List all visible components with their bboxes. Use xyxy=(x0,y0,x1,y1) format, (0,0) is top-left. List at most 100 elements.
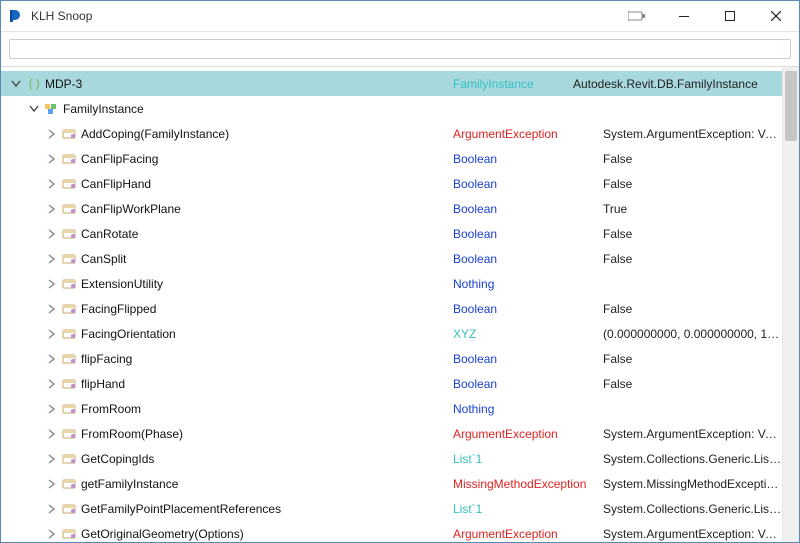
expand-icon[interactable] xyxy=(45,277,59,291)
property-icon xyxy=(61,276,77,292)
property-name: CanFlipHand xyxy=(81,177,151,191)
property-row[interactable]: getFamilyInstance MissingMethodException S… xyxy=(1,471,782,496)
title-bar: KLH Snoop xyxy=(1,1,799,32)
property-row[interactable]: CanSplitBooleanFalse xyxy=(1,246,782,271)
svg-text:(): () xyxy=(27,77,41,91)
close-button[interactable] xyxy=(753,1,799,31)
property-row[interactable]: CanFlipWorkPlaneBooleanTrue xyxy=(1,196,782,221)
property-value: True xyxy=(603,202,627,216)
expand-icon[interactable] xyxy=(45,402,59,416)
property-icon xyxy=(61,326,77,342)
expand-icon[interactable] xyxy=(45,527,59,541)
property-row[interactable]: flipFacingBooleanFalse xyxy=(1,346,782,371)
property-type: Nothing xyxy=(453,402,494,416)
property-type: MissingMethodException xyxy=(453,477,586,491)
property-icon xyxy=(61,351,77,367)
window-title: KLH Snoop xyxy=(31,9,92,23)
property-value: System.MissingMethodException: Method 'A… xyxy=(603,477,782,491)
property-icon xyxy=(61,376,77,392)
minimize-button[interactable] xyxy=(661,1,707,31)
property-value: False xyxy=(603,152,632,166)
property-icon xyxy=(61,201,77,217)
property-value: False xyxy=(603,302,632,316)
property-row[interactable]: CanFlipHandBooleanFalse xyxy=(1,171,782,196)
expand-icon[interactable] xyxy=(45,152,59,166)
property-type: ArgumentException xyxy=(453,427,558,441)
app-window: KLH Snoop () xyxy=(0,0,800,543)
property-name: AddCoping(FamilyInstance) xyxy=(81,127,229,141)
root-full-type: Autodesk.Revit.DB.FamilyInstance xyxy=(573,77,758,91)
property-row[interactable]: ExtensionUtilityNothing xyxy=(1,271,782,296)
content-area: () MDP-3 FamilyInstance Autodesk.Revit.D… xyxy=(1,67,799,542)
expand-icon[interactable] xyxy=(45,252,59,266)
property-type: Boolean xyxy=(453,352,497,366)
property-row[interactable]: CanRotateBooleanFalse xyxy=(1,221,782,246)
property-row[interactable]: GetFamilyPointPlacementReferences List`1 S… xyxy=(1,496,782,521)
property-name: CanSplit xyxy=(81,252,126,266)
root-type: FamilyInstance xyxy=(453,77,534,91)
tree-group-row[interactable]: FamilyInstance xyxy=(1,96,782,121)
property-row[interactable]: flipHandBooleanFalse xyxy=(1,371,782,396)
class-icon xyxy=(43,101,59,117)
expand-icon[interactable] xyxy=(45,502,59,516)
property-icon xyxy=(61,501,77,517)
expand-icon[interactable] xyxy=(45,452,59,466)
vertical-scrollbar[interactable] xyxy=(782,67,799,542)
property-value: False xyxy=(603,377,632,391)
tree-root-row[interactable]: () MDP-3 FamilyInstance Autodesk.Revit.D… xyxy=(1,71,782,96)
property-icon xyxy=(61,526,77,542)
property-type: List`1 xyxy=(453,502,482,516)
expand-icon[interactable] xyxy=(45,302,59,316)
property-name: GetFamilyPointPlacementReferences xyxy=(81,502,281,516)
property-type: List`1 xyxy=(453,452,482,466)
expand-icon[interactable] xyxy=(45,327,59,341)
root-name: MDP-3 xyxy=(45,77,82,91)
property-value: System.ArgumentException: Value does not… xyxy=(603,427,782,441)
property-row[interactable]: FacingOrientationXYZ(0.000000000, 0.0000… xyxy=(1,321,782,346)
expand-icon[interactable] xyxy=(45,477,59,491)
property-value: (0.000000000, 0.000000000, 1.000000000) xyxy=(603,327,782,341)
property-icon xyxy=(61,251,77,267)
property-row[interactable]: FromRoom(Phase)ArgumentExceptionSystem.A… xyxy=(1,421,782,446)
property-name: CanFlipWorkPlane xyxy=(81,202,181,216)
property-type: Boolean xyxy=(453,152,497,166)
property-row[interactable]: FacingFlipped Boolean False xyxy=(1,296,782,321)
property-icon xyxy=(61,426,77,442)
property-type: ArgumentException xyxy=(453,527,558,541)
property-icon xyxy=(61,151,77,167)
expand-icon[interactable] xyxy=(45,202,59,216)
group-name: FamilyInstance xyxy=(63,102,144,116)
property-tree[interactable]: () MDP-3 FamilyInstance Autodesk.Revit.D… xyxy=(1,67,782,542)
expand-icon[interactable] xyxy=(45,352,59,366)
property-name: GetOriginalGeometry(Options) xyxy=(81,527,244,541)
property-type: ArgumentException xyxy=(453,127,558,141)
property-row[interactable]: AddCoping(FamilyInstance) ArgumentExcepti… xyxy=(1,121,782,146)
property-icon xyxy=(61,126,77,142)
property-type: Nothing xyxy=(453,277,494,291)
property-value: System.ArgumentException: Value does not… xyxy=(603,527,782,541)
rows-host: AddCoping(FamilyInstance) ArgumentExcepti… xyxy=(1,121,782,542)
overflow-icon[interactable] xyxy=(623,1,651,31)
property-name: GetCopingIds xyxy=(81,452,154,466)
expand-icon[interactable] xyxy=(45,377,59,391)
property-value: System.Collections.Generic.List`1[Autode… xyxy=(603,502,782,516)
maximize-button[interactable] xyxy=(707,1,753,31)
property-row[interactable]: FromRoomNothing xyxy=(1,396,782,421)
collapse-icon[interactable] xyxy=(9,77,23,91)
property-row[interactable]: GetOriginalGeometry(Options) ArgumentExce… xyxy=(1,521,782,542)
expand-icon[interactable] xyxy=(45,177,59,191)
search-input[interactable] xyxy=(9,39,791,59)
property-type: Boolean xyxy=(453,302,497,316)
property-row[interactable]: GetCopingIdsList`1System.Collections.Gen… xyxy=(1,446,782,471)
property-row[interactable]: CanFlipFacingBooleanFalse xyxy=(1,146,782,171)
property-value: False xyxy=(603,352,632,366)
property-name: getFamilyInstance xyxy=(81,477,178,491)
expand-icon[interactable] xyxy=(45,127,59,141)
collapse-icon[interactable] xyxy=(27,102,41,116)
property-name: FacingFlipped xyxy=(81,302,156,316)
expand-icon[interactable] xyxy=(45,427,59,441)
expand-icon[interactable] xyxy=(45,227,59,241)
scrollbar-thumb[interactable] xyxy=(785,71,797,141)
property-icon xyxy=(61,176,77,192)
property-type: Boolean xyxy=(453,177,497,191)
